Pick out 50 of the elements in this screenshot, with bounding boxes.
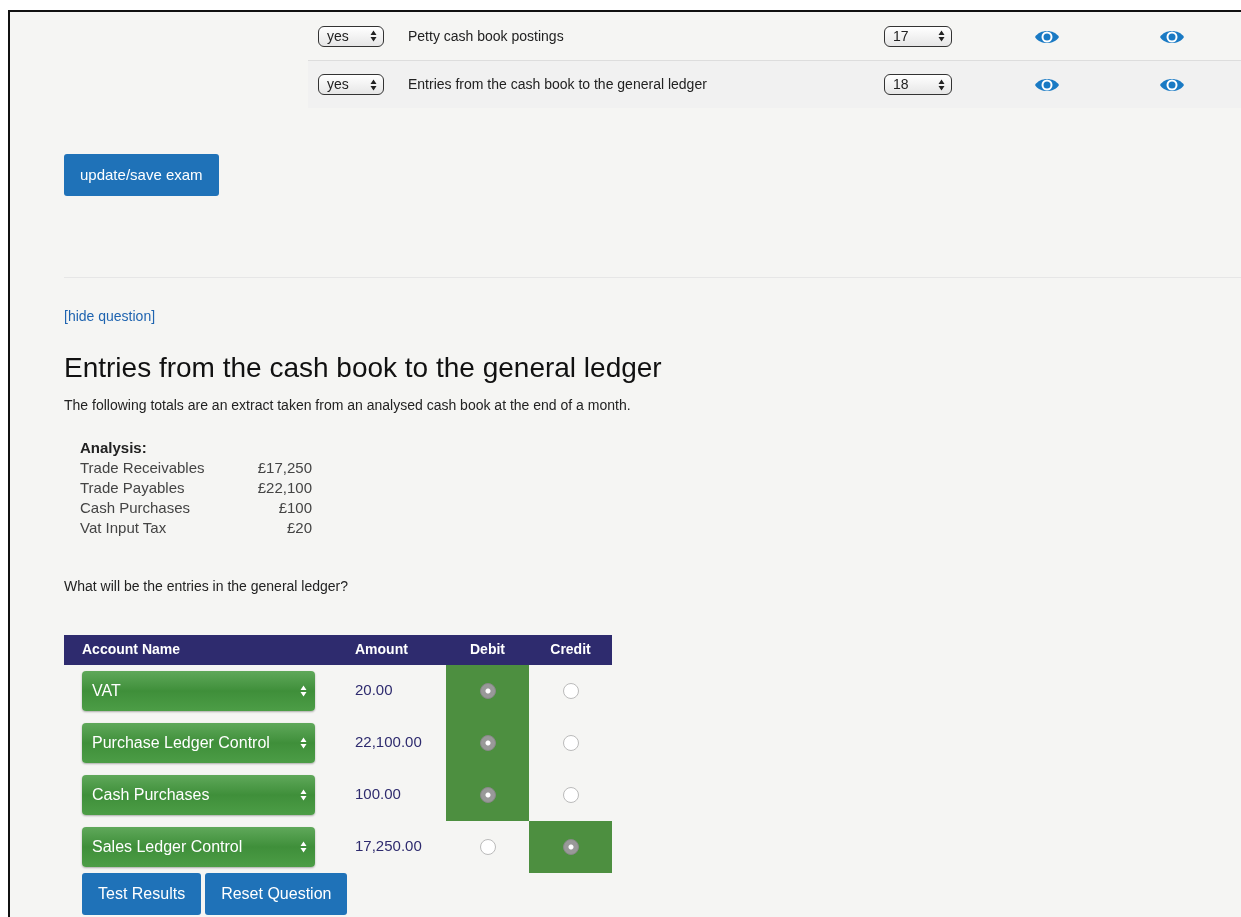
question-prompt: What will be the entries in the general ledger?: [64, 576, 350, 596]
order-select[interactable]: 18: [884, 74, 952, 95]
account-select[interactable]: Cash Purchases: [82, 774, 315, 815]
order-select[interactable]: 17: [884, 25, 952, 47]
question-title: Entries from the cash book to the general ledger: [64, 351, 663, 385]
account-select[interactable]: Purchase Ledger Control: [82, 722, 315, 763]
analysis-label: Trade Receivables: [80, 457, 206, 478]
updown-arrows-icon: [370, 30, 377, 42]
analysis-label: Trade Payables: [80, 477, 186, 498]
analysis-label: Cash Purchases: [80, 497, 192, 518]
analysis-heading: Analysis:: [80, 437, 147, 458]
included-select[interactable]: yes: [318, 25, 384, 47]
credit-radio[interactable]: [562, 839, 579, 856]
included-select[interactable]: yes: [318, 74, 384, 95]
updown-arrows-icon: [938, 78, 945, 91]
column-header: Credit: [529, 634, 612, 665]
question-name: Petty cash book postings: [408, 26, 565, 46]
account-select[interactable]: VAT: [82, 670, 315, 711]
column-header: Account Name: [64, 634, 340, 665]
credit-radio[interactable]: [562, 735, 579, 752]
credit-radio[interactable]: [562, 683, 579, 700]
amount-text: 17,250.00: [355, 837, 422, 855]
account-select[interactable]: Sales Ledger Control: [82, 826, 315, 867]
analysis-label: Vat Input Tax: [80, 517, 168, 538]
updown-arrows-icon: [938, 30, 945, 42]
amount-text: 100.00: [355, 785, 401, 803]
amount-text: 22,100.00: [355, 733, 422, 751]
updown-arrows-icon: [370, 78, 377, 91]
analysis-amount: £100: [278, 498, 312, 516]
column-header: Debit: [446, 634, 529, 665]
updown-arrows-icon: [300, 684, 307, 697]
action-button[interactable]: Reset Question: [205, 872, 348, 915]
column-header: Amount: [340, 634, 446, 665]
save-exam-button[interactable]: update/save exam: [64, 154, 219, 196]
analysis-amount: £20: [286, 518, 312, 536]
amount-text: 20.00: [355, 681, 393, 699]
question-text: The following totals are an extract taken from an analysed cash book at the end of a month.: [64, 395, 632, 415]
updown-arrows-icon: [300, 840, 307, 853]
debit-radio[interactable]: [479, 735, 496, 752]
action-button[interactable]: Test Results: [82, 872, 202, 915]
debit-radio[interactable]: [479, 787, 496, 804]
credit-radio[interactable]: [562, 787, 579, 804]
analysis-amount: £22,100: [257, 478, 312, 496]
analysis-amount: £17,250: [257, 458, 312, 476]
hide-question-link[interactable]: [hide question]: [64, 308, 156, 324]
updown-arrows-icon: [300, 736, 307, 749]
debit-radio[interactable]: [479, 683, 496, 700]
question-name: Entries from the cash book to the general ledger: [408, 75, 708, 94]
debit-radio[interactable]: [479, 839, 496, 856]
updown-arrows-icon: [300, 788, 307, 801]
